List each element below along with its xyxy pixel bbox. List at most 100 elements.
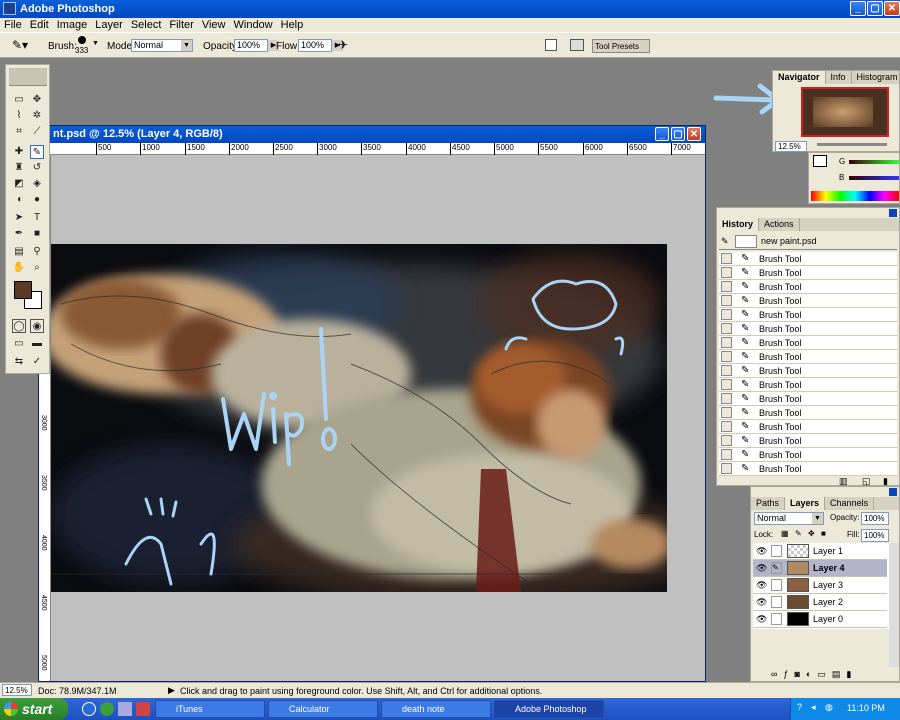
jump-to-imageready-icon[interactable]: ⇆ bbox=[12, 355, 26, 369]
history-source-checkbox[interactable] bbox=[721, 407, 732, 418]
imageready-icon[interactable]: ✓ bbox=[30, 355, 44, 369]
tool-presets-tab[interactable]: Tool Presets bbox=[592, 39, 650, 53]
new-group-icon[interactable]: ▭ bbox=[817, 669, 832, 679]
fill-input[interactable]: 100% bbox=[861, 529, 889, 542]
start-button[interactable]: start bbox=[0, 698, 68, 720]
eye-icon[interactable]: 👁 bbox=[756, 546, 767, 557]
tab-actions[interactable]: Actions bbox=[759, 218, 800, 231]
history-step[interactable]: ✎ Brush Tool bbox=[719, 420, 897, 434]
type-tool-icon[interactable]: T bbox=[30, 211, 44, 225]
opacity-input[interactable]: 100% ▶ bbox=[234, 39, 279, 52]
painting-canvas[interactable] bbox=[51, 244, 667, 592]
marquee-tool-icon[interactable]: ▭ bbox=[12, 93, 26, 107]
hand-tool-icon[interactable]: ✋ bbox=[12, 261, 26, 275]
clone-stamp-icon[interactable]: ♜ bbox=[12, 161, 26, 175]
history-source-checkbox[interactable] bbox=[721, 281, 732, 292]
healing-brush-icon[interactable]: ✚ bbox=[12, 145, 26, 159]
brush-preview-icon[interactable] bbox=[78, 36, 86, 44]
history-source-checkbox[interactable] bbox=[721, 309, 732, 320]
blur-tool-icon[interactable]: ◖ bbox=[12, 193, 26, 207]
network-icon[interactable]: ◍ bbox=[825, 702, 833, 713]
history-source-checkbox[interactable] bbox=[721, 435, 732, 446]
status-menu-icon[interactable]: ▶ bbox=[168, 685, 175, 696]
delete-layer-icon[interactable]: ▮ bbox=[846, 669, 857, 679]
lock-transparency-icon[interactable]: ▦ bbox=[781, 529, 789, 538]
help-icon[interactable]: ? bbox=[797, 702, 802, 712]
doc-close-button[interactable]: ✕ bbox=[687, 127, 701, 141]
flow-input[interactable]: 100% ▶ bbox=[298, 39, 343, 52]
history-step[interactable]: ✎ Brush Tool bbox=[719, 294, 897, 308]
menu-image[interactable]: Image bbox=[53, 19, 92, 31]
menu-select[interactable]: Select bbox=[127, 19, 166, 31]
history-step[interactable]: ✎ Brush Tool bbox=[719, 406, 897, 420]
history-step[interactable]: ✎ Brush Tool bbox=[719, 322, 897, 336]
eye-icon[interactable]: 👁 bbox=[756, 580, 767, 591]
menu-file[interactable]: File bbox=[0, 19, 26, 31]
tab-paths[interactable]: Paths bbox=[751, 497, 786, 510]
navigator-zoom-slider[interactable] bbox=[817, 143, 887, 146]
tab-channels[interactable]: Channels bbox=[825, 497, 875, 510]
layer-link-icon[interactable] bbox=[771, 545, 782, 557]
layer-opacity-input[interactable]: 100% bbox=[861, 512, 889, 525]
taskbar-item-itunes[interactable]: iTunes bbox=[155, 700, 265, 718]
layer-link-icon[interactable] bbox=[771, 613, 782, 625]
tab-navigator[interactable]: Navigator bbox=[773, 71, 826, 84]
file-browser-icon[interactable] bbox=[545, 39, 557, 51]
eye-icon[interactable]: 👁 bbox=[756, 614, 767, 625]
history-source-checkbox[interactable] bbox=[721, 463, 732, 474]
layers-scrollbar[interactable] bbox=[889, 543, 899, 667]
history-source-checkbox[interactable] bbox=[721, 365, 732, 376]
navigator-preview[interactable] bbox=[801, 87, 889, 137]
lock-all-icon[interactable]: ■ bbox=[821, 529, 826, 538]
shape-tool-icon[interactable]: ■ bbox=[30, 227, 44, 241]
history-step[interactable]: ✎ Brush Tool bbox=[719, 462, 897, 476]
eye-icon[interactable]: 👁 bbox=[756, 563, 767, 574]
brush-tool-icon[interactable]: ✎ bbox=[30, 145, 44, 159]
history-step[interactable]: ✎ Brush Tool bbox=[719, 392, 897, 406]
history-source-checkbox[interactable] bbox=[721, 449, 732, 460]
path-select-icon[interactable]: ➤ bbox=[12, 211, 26, 225]
magic-wand-icon[interactable]: ✲ bbox=[30, 109, 44, 123]
eyedropper-icon[interactable]: ⚲ bbox=[30, 245, 44, 259]
taskbar-item-calculator[interactable]: Calculator bbox=[268, 700, 378, 718]
history-snapshot[interactable]: ✎ new paint.psd bbox=[719, 234, 897, 250]
history-step[interactable]: ✎ Brush Tool bbox=[719, 252, 897, 266]
zoom-tool-icon[interactable]: ⌕ bbox=[30, 261, 44, 275]
move-tool-icon[interactable]: ✥ bbox=[30, 93, 44, 107]
paint-bucket-icon[interactable]: ◈ bbox=[30, 177, 44, 191]
history-source-checkbox[interactable] bbox=[721, 267, 732, 278]
mode-select[interactable]: Normal ▼ bbox=[131, 39, 193, 52]
menu-layer[interactable]: Layer bbox=[91, 19, 127, 31]
layer-link-icon[interactable] bbox=[771, 579, 782, 591]
doc-minimize-button[interactable]: _ bbox=[655, 127, 669, 141]
history-source-checkbox[interactable] bbox=[721, 379, 732, 390]
layer-style-icon[interactable]: ƒ bbox=[783, 669, 794, 679]
menu-view[interactable]: View bbox=[198, 19, 230, 31]
brush-tool-icon[interactable]: ✎▾ bbox=[12, 38, 34, 52]
layer-row[interactable]: 👁 Layer 3 bbox=[753, 577, 887, 594]
taskbar-item-death-note[interactable]: death note bbox=[381, 700, 491, 718]
history-step[interactable]: ✎ Brush Tool bbox=[719, 308, 897, 322]
tab-layers[interactable]: Layers bbox=[785, 497, 826, 510]
doc-maximize-button[interactable]: ▢ bbox=[671, 127, 685, 141]
quicklaunch-icon[interactable] bbox=[136, 702, 150, 716]
history-step[interactable]: ✎ Brush Tool bbox=[719, 378, 897, 392]
history-step[interactable]: ✎ Brush Tool bbox=[719, 448, 897, 462]
close-button[interactable]: ✕ bbox=[884, 1, 900, 16]
history-source-checkbox[interactable] bbox=[721, 323, 732, 334]
tab-history[interactable]: History bbox=[717, 218, 760, 231]
history-source-checkbox[interactable] bbox=[721, 337, 732, 348]
history-brush-icon[interactable]: ↺ bbox=[30, 161, 44, 175]
panel-close-icon[interactable] bbox=[889, 488, 897, 496]
history-source-checkbox[interactable] bbox=[721, 253, 732, 264]
new-layer-icon[interactable]: ▤ bbox=[832, 669, 847, 679]
navigator-zoom-input[interactable]: 12.5% bbox=[775, 141, 807, 152]
panel-close-icon[interactable] bbox=[889, 209, 897, 217]
dodge-tool-icon[interactable]: ● bbox=[30, 193, 44, 207]
link-layers-icon[interactable]: ∞ bbox=[771, 669, 783, 679]
quicklaunch-icon[interactable] bbox=[100, 702, 114, 716]
history-step[interactable]: ✎ Brush Tool bbox=[719, 266, 897, 280]
menu-edit[interactable]: Edit bbox=[26, 19, 53, 31]
history-source-checkbox[interactable] bbox=[721, 295, 732, 306]
quicklaunch-icon[interactable] bbox=[118, 702, 132, 716]
